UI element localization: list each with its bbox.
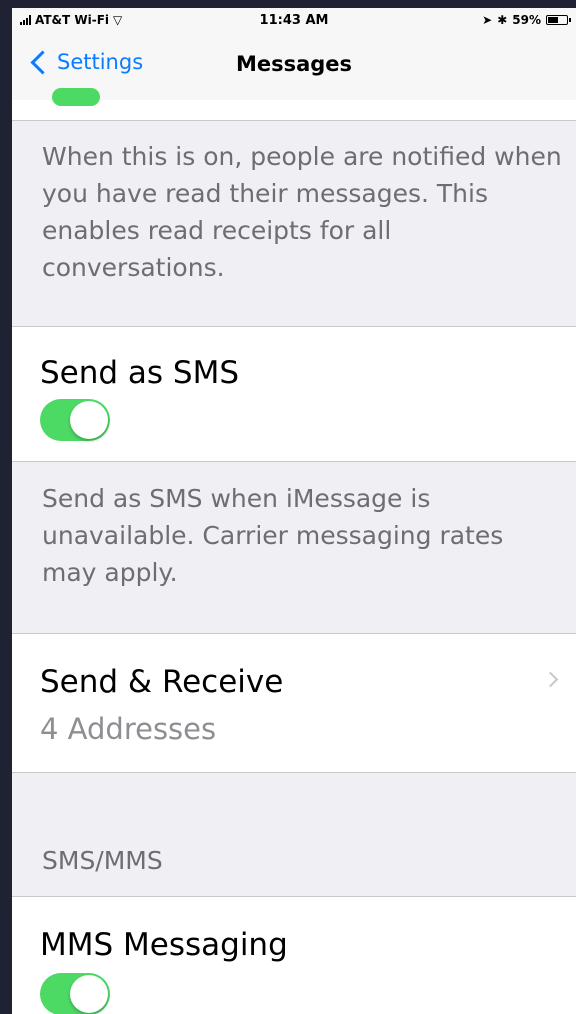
read-receipts-toggle[interactable]: [52, 88, 100, 106]
bluetooth-icon: ✱: [497, 13, 508, 27]
send-as-sms-label: Send as SMS: [40, 355, 240, 391]
send-receive-detail: 4 Addresses: [40, 712, 217, 746]
mms-messaging-cell: MMS Messaging: [12, 896, 576, 1014]
status-bar: AT&T Wi-Fi ▽ 11:43 AM ➤ ✱ 59%: [12, 8, 576, 34]
battery-icon: [546, 15, 571, 25]
chevron-right-icon: [542, 671, 559, 688]
read-receipts-footer: When this is on, people are notified whe…: [42, 142, 562, 282]
mms-messaging-toggle[interactable]: [40, 973, 110, 1014]
settings-screen: AT&T Wi-Fi ▽ 11:43 AM ➤ ✱ 59% Settings M…: [12, 8, 576, 1014]
sms-mms-section-header: SMS/MMS: [42, 846, 163, 875]
page-title: Messages: [235, 52, 353, 76]
mms-messaging-label: MMS Messaging: [40, 927, 288, 963]
status-right: ➤ ✱ 59%: [482, 13, 571, 27]
location-icon: ➤: [482, 13, 493, 27]
send-as-sms-toggle[interactable]: [40, 399, 110, 441]
send-as-sms-cell: Send as SMS: [12, 326, 576, 462]
read-receipts-cell[interactable]: [12, 88, 576, 121]
battery-percent: 59%: [512, 13, 541, 27]
send-receive-cell[interactable]: Send & Receive 4 Addresses: [12, 633, 576, 773]
toggle-knob: [70, 975, 108, 1013]
toggle-knob: [70, 401, 108, 439]
send-receive-label: Send & Receive: [40, 664, 284, 700]
send-as-sms-footer: Send as SMS when iMessage is unavailable…: [42, 484, 504, 587]
